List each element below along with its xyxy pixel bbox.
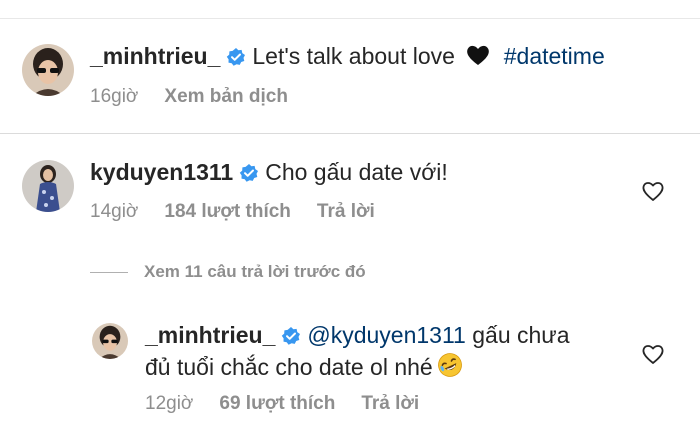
reply-text-line-2: đủ tuổi chắc cho date ol nhé [145,354,433,380]
mention-link[interactable]: @kyduyen1311 [307,322,465,348]
comment-time: 14giờ [90,201,139,222]
reply-meta: 12giờ 69 lượt thích Trả lời [145,392,445,416]
rofl-face-icon [437,352,463,384]
comment-username[interactable]: _minhtrieu_ [90,43,220,69]
avatar[interactable] [22,160,74,212]
avatar[interactable] [92,323,128,359]
like-heart-icon[interactable] [641,343,665,365]
see-translation-button[interactable]: Xem bản dịch [164,86,288,107]
likes-count[interactable]: 184 lượt thích [164,201,291,222]
reply-time: 12giờ [145,393,194,414]
reply-line-2: đủ tuổi chắc cho date ol nhé [145,352,463,384]
comment-text: Cho gấu date với! [265,159,448,185]
verified-badge-icon [281,324,301,352]
caption-line: _minhtrieu_ Let's talk about love #dateti… [90,42,605,73]
comments-panel: _minhtrieu_ Let's talk about love #dateti… [0,0,700,438]
comment-time: 16giờ [90,86,139,107]
comment-text: Let's talk about love [252,43,455,69]
view-replies-label: Xem 11 câu trả lời trước đó [144,262,366,281]
reply-button[interactable]: Trả lời [361,393,419,414]
view-previous-replies-button[interactable]: Xem 11 câu trả lời trước đó [90,261,366,283]
reply-button[interactable]: Trả lời [317,201,375,222]
comment-username[interactable]: kyduyen1311 [90,159,233,185]
verified-badge-icon [226,45,246,73]
top-divider [0,18,700,19]
comment-meta: 16giờ Xem bản dịch [90,85,314,109]
reply-text-line-1: gấu chưa [472,322,570,348]
avatar[interactable] [22,44,74,96]
likes-count[interactable]: 69 lượt thích [219,393,335,414]
hashtag-link[interactable]: #datetime [504,43,605,69]
reply-line-1: _minhtrieu_ @kyduyen1311 gấu chưa [145,321,570,352]
comment-line: kyduyen1311 Cho gấu date với! [90,158,448,189]
replies-dash-divider [90,272,128,274]
verified-badge-icon [239,161,259,189]
comment-meta: 14giờ 184 lượt thích Trả lời [90,200,401,224]
like-heart-icon[interactable] [641,180,665,202]
section-divider [0,133,700,134]
reply-username[interactable]: _minhtrieu_ [145,322,275,348]
black-heart-icon [465,43,491,73]
